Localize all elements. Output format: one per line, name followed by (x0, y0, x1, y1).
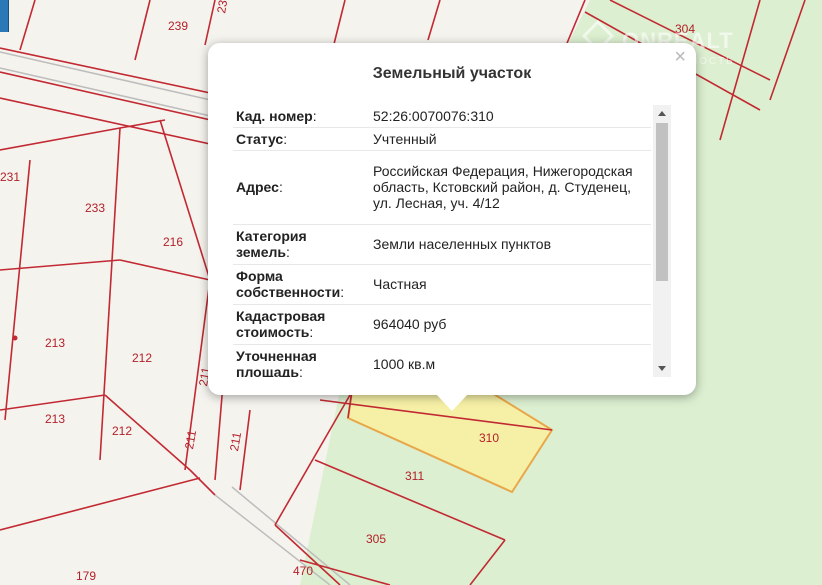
parcel-label: 216 (163, 235, 183, 249)
parcel-label: 211 (227, 431, 244, 453)
table-row: Кадастровая стоимость: 964040 руб (233, 304, 651, 345)
row-label: Адрес (236, 179, 279, 195)
popup-content[interactable]: Кад. номер: 52:26:0070076:310 Статус: Уч… (233, 105, 671, 377)
parcel-label: 310 (479, 431, 499, 445)
row-value: 52:26:0070076:310 (367, 105, 651, 128)
close-icon[interactable]: × (674, 47, 686, 67)
row-label: Уточненная площадь (236, 348, 317, 377)
parcel-label: 179 (76, 569, 96, 583)
popup-title: Земельный участок (372, 65, 532, 82)
table-row: Форма собственности: Частная (233, 264, 651, 305)
popup-pointer (436, 394, 468, 411)
parcel-label: 23 (214, 0, 230, 14)
row-label: Кад. номер (236, 107, 313, 124)
row-colon: : (340, 284, 345, 300)
table-row: Адрес: Российская Федерация, Нижегородск… (233, 150, 651, 225)
parcel-label: 213 (45, 412, 65, 426)
scroll-down-icon[interactable] (653, 361, 671, 377)
row-label: Статус (236, 130, 284, 147)
row-colon: : (286, 244, 290, 260)
parcel-label: 233 (85, 201, 105, 215)
parcel-attributes-table: Кад. номер: 52:26:0070076:310 Статус: Уч… (233, 105, 651, 377)
row-colon: : (278, 179, 283, 195)
row-value: 964040 руб (367, 304, 651, 345)
marker-dot (12, 335, 18, 341)
row-colon: : (309, 324, 314, 340)
table-row: Уточненная площадь: 1000 кв.м (233, 344, 651, 377)
row-label: Категория земель (236, 228, 307, 260)
table-row: Кад. номер: 52:26:0070076:310 (233, 105, 651, 128)
parcel-info-popup: × Земельный участок Кад. номер: 52:26:00… (208, 43, 696, 411)
row-colon: : (298, 364, 303, 377)
scroll-up-icon[interactable] (653, 105, 671, 121)
table-row: Категория земель: Земли населенных пункт… (233, 224, 651, 265)
table-row: Статус: Учтенный (233, 127, 651, 151)
parcel-label: 239 (168, 19, 188, 33)
parcel-label: 213 (45, 336, 65, 350)
parcel-label: 470 (293, 564, 313, 578)
parcel-label: 305 (366, 532, 386, 546)
row-value: Российская Федерация, Нижегородская обла… (367, 150, 651, 225)
parcel-label: 212 (112, 424, 132, 438)
row-value: Частная (367, 264, 651, 305)
row-value: 1000 кв.м (367, 344, 651, 377)
parcel-label: 231 (0, 170, 20, 184)
row-colon: : (283, 130, 288, 147)
parcel-label: 311 (405, 469, 424, 483)
popup-scrollbar[interactable] (653, 105, 671, 377)
row-value: Учтенный (367, 127, 651, 151)
row-value: Земли населенных пунктов (367, 224, 651, 265)
row-colon: : (312, 107, 317, 124)
row-label: Форма собственности (236, 268, 341, 300)
parcel-label: 212 (132, 351, 152, 365)
scroll-thumb[interactable] (656, 123, 668, 281)
parcel-label: 211 (182, 429, 199, 451)
